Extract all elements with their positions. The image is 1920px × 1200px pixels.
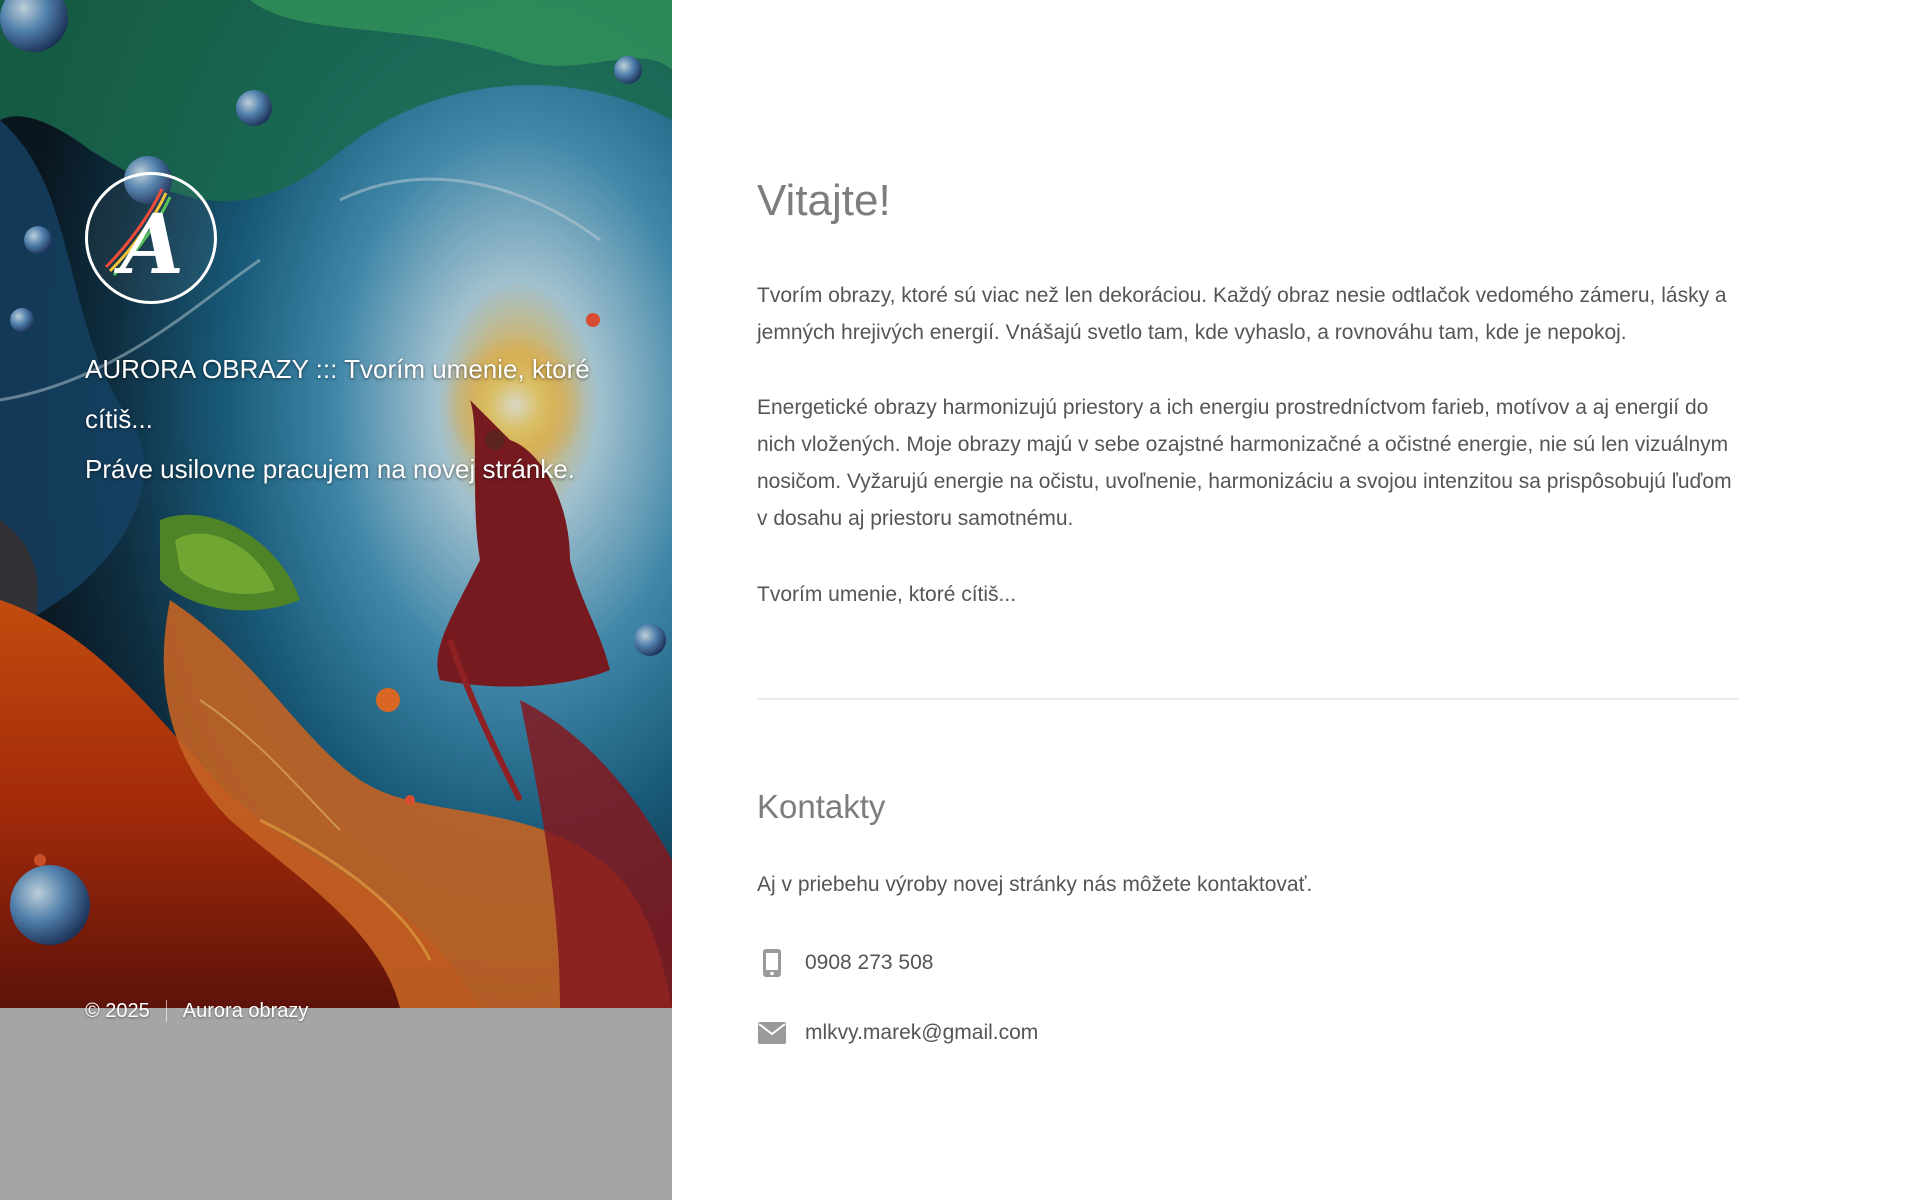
tagline: AURORA OBRAZY ::: Tvorím umenie, ktoré c… [85, 344, 605, 494]
contact-email[interactable]: mlkvy.marek@gmail.com [757, 1018, 1038, 1048]
email-address[interactable]: mlkvy.marek@gmail.com [805, 1021, 1038, 1045]
envelope-icon [757, 1018, 787, 1048]
welcome-heading: Vitajte! [757, 176, 891, 225]
tagline-subtitle: Práve usilovne pracujem na novej stránke… [85, 454, 575, 484]
painting-illustration [0, 0, 672, 1008]
svg-text:A: A [113, 197, 184, 293]
sidebar-footer: © 2025 Aurora obrazy [85, 996, 308, 1026]
footer-divider [165, 1000, 167, 1022]
phone-number[interactable]: 0908 273 508 [805, 951, 933, 975]
energy-paragraph: Energetické obrazy harmonizujú priestory… [757, 396, 1732, 530]
tagline-title: AURORA OBRAZY ::: Tvorím umenie, ktoré c… [85, 354, 590, 434]
motto-paragraph: Tvorím umenie, ktoré cítiš... [757, 583, 1017, 606]
logo-a-icon: A [104, 188, 184, 293]
contacts-heading: Kontakty [757, 788, 886, 825]
footer-site-name: Aurora obrazy [182, 999, 309, 1022]
contact-phone[interactable]: 0908 273 508 [757, 948, 933, 978]
mobile-phone-icon [757, 948, 787, 978]
contacts-text: Aj v priebehu výroby novej stránky nás m… [757, 873, 1313, 896]
sidebar: A AURORA OBRAZY ::: Tvorím umenie, ktoré… [0, 0, 672, 1200]
background-painting [0, 0, 672, 1008]
logo[interactable]: A [85, 172, 217, 304]
copyright: © 2025 [85, 999, 150, 1022]
intro-paragraph: Tvorím obrazy, ktoré sú viac než len dek… [757, 284, 1727, 344]
section-divider [757, 698, 1739, 700]
